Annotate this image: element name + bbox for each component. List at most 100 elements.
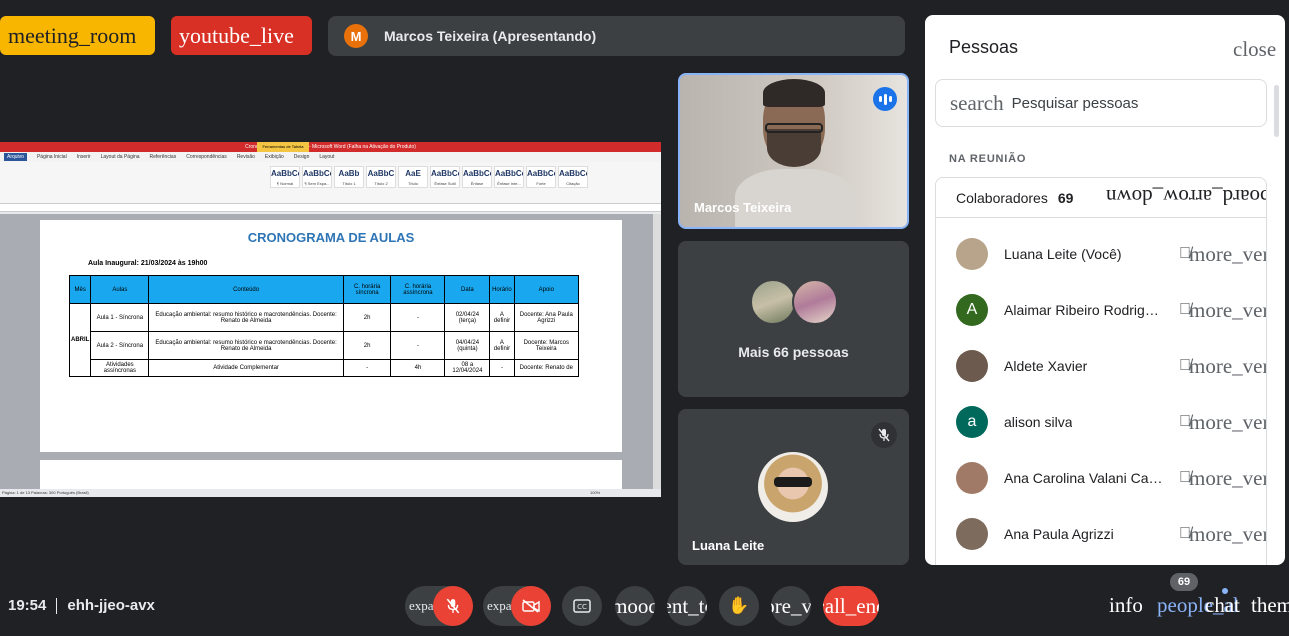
schedule-table: Mês Aulas Conteúdo C. horária síncrona C… bbox=[68, 275, 580, 377]
panel-title: Pessoas bbox=[949, 37, 1019, 57]
camera-button[interactable] bbox=[511, 586, 551, 626]
section-label: NA REUNIÃO bbox=[949, 153, 1027, 165]
avatar bbox=[792, 279, 838, 325]
youtube-live-tag: youtube_live bbox=[171, 16, 312, 55]
list-item[interactable]: a alison silva 🎙̸ more_vert bbox=[936, 394, 1266, 450]
mood-icon: mood bbox=[615, 593, 655, 618]
word-ribbon-tabs: Arquivo Página Inicial Inserir Layout da… bbox=[0, 152, 661, 162]
mic-off-icon bbox=[446, 598, 460, 614]
close-icon[interactable]: close bbox=[1233, 37, 1276, 62]
mic-button[interactable] bbox=[433, 586, 473, 626]
table-cell: - bbox=[489, 359, 515, 377]
participant-name: Alaimar Ribeiro Rodrigues bbox=[1004, 302, 1166, 318]
table-cell: Docente: Ana Paula Agrizzi bbox=[513, 303, 580, 332]
more-options-button[interactable]: more_vert bbox=[771, 586, 811, 626]
word-styles-gallery: AaBbCcDd¶ Normal AaBbCcDd¶ Sem Espa... A… bbox=[270, 166, 588, 188]
table-cell: Educação ambiental: resumo histórico e m… bbox=[148, 303, 344, 332]
reactions-button[interactable]: mood bbox=[615, 586, 655, 626]
word-tab: Layout da Página bbox=[100, 154, 140, 160]
panel-scrollbar[interactable] bbox=[1274, 85, 1279, 137]
participant-name: Ana Paula Agrizzi bbox=[1004, 526, 1114, 542]
more-vert-icon: more_vert bbox=[771, 593, 811, 618]
table-header: Data bbox=[444, 275, 491, 304]
meeting-code: ehh-jjeo-avx bbox=[67, 597, 155, 614]
meeting-room-tag: meeting_room bbox=[0, 16, 155, 55]
more-vert-icon[interactable]: more_vert bbox=[1189, 522, 1266, 547]
style-box: AaE Título bbox=[398, 166, 428, 188]
avatar bbox=[956, 518, 988, 550]
word-title-bar: Cronograma Curso 2024 (1) - Microsoft Wo… bbox=[0, 142, 661, 152]
list-item[interactable]: Aldete Xavier 🎙̸ more_vert bbox=[936, 338, 1266, 394]
word-tab: Revisão bbox=[236, 154, 255, 160]
table-tools-label: Ferramentas de Tabela bbox=[257, 142, 309, 152]
style-box: AaBbCcDdÊnfase Sutil bbox=[430, 166, 460, 188]
list-item[interactable]: Ana Carolina Valani Carraro 🎙̸ more_vert bbox=[936, 450, 1266, 506]
shared-screen[interactable]: Cronograma Curso 2024 (1) - Microsoft Wo… bbox=[0, 142, 661, 497]
avatar bbox=[956, 462, 988, 494]
table-cell: Educação ambiental: resumo histórico e m… bbox=[148, 331, 344, 360]
list-item[interactable]: Luana Leite (Você) 🎙̸ more_vert bbox=[936, 226, 1266, 282]
more-people-tile[interactable]: Mais 66 pessoas bbox=[678, 241, 909, 397]
table-cell: 02/04/24 (terça) bbox=[444, 303, 491, 332]
captions-button[interactable]: CC bbox=[562, 586, 602, 626]
speaker-tile[interactable]: Marcos Teixeira bbox=[678, 73, 909, 229]
participant-name: Aldete Xavier bbox=[1004, 358, 1088, 374]
participant-name: Ana Carolina Valani Carraro bbox=[1004, 470, 1166, 486]
word-tab: Exibição bbox=[264, 154, 284, 160]
word-tab: Correspondências bbox=[186, 154, 227, 160]
style-box: AaBbC Título 2 bbox=[366, 166, 396, 188]
list-item[interactable]: Ana Paula Agrizzi 🎙̸ more_vert bbox=[936, 506, 1266, 562]
list-item[interactable]: A Alaimar Ribeiro Rodrigues 🎙̸ more_vert bbox=[936, 282, 1266, 338]
word-status-text: Página: 1 de 13 Palavras: 300 Português … bbox=[2, 490, 89, 495]
search-field[interactable]: search bbox=[935, 79, 1267, 127]
table-cell: Docente: Marcos Teixeira bbox=[513, 331, 580, 360]
people-count-badge: 69 bbox=[1170, 573, 1198, 591]
style-box: AaBb Título 1 bbox=[334, 166, 364, 188]
avatar bbox=[956, 350, 988, 382]
meeting-info: 19:54 ehh-jjeo-avx bbox=[8, 597, 155, 615]
people-panel: Pessoas close search NA REUNIÃO Colabora… bbox=[925, 15, 1285, 565]
info-icon[interactable]: info bbox=[1109, 593, 1143, 618]
svg-text:CC: CC bbox=[577, 603, 587, 611]
self-name: Luana Leite bbox=[692, 538, 765, 553]
style-box: AaBbCcDdÊnfase bbox=[462, 166, 492, 188]
raise-hand-button[interactable]: ✋ bbox=[719, 586, 759, 626]
table-cell: Atividade Complementar bbox=[148, 359, 344, 377]
more-vert-icon[interactable]: more_vert bbox=[1189, 354, 1266, 379]
participant-name: alison silva bbox=[1004, 414, 1073, 430]
word-tab: Inserir bbox=[76, 154, 91, 160]
more-vert-icon[interactable]: more_vert bbox=[1189, 298, 1266, 323]
word-tab: Arquivo bbox=[4, 153, 27, 161]
chat-icon[interactable]: chat bbox=[1205, 593, 1253, 618]
collaborators-header[interactable]: Colaboradores 69 keyboard_arrow_down bbox=[936, 178, 1266, 218]
table-row: Aula 2 - Síncrona Educação ambiental: re… bbox=[70, 331, 580, 360]
self-tile[interactable]: Luana Leite bbox=[678, 409, 909, 565]
word-tab: Referências bbox=[149, 154, 177, 160]
table-row: Atividades assíncronas Atividade Complem… bbox=[70, 359, 580, 377]
style-box: AaBbCcDdÊnfase Inte... bbox=[494, 166, 524, 188]
word-tab: Layout bbox=[319, 154, 335, 160]
presenter-avatar: M bbox=[344, 24, 368, 48]
table-cell: Aula 1 - Síncrona bbox=[90, 303, 150, 332]
speaking-indicator-icon bbox=[873, 87, 897, 111]
style-box: AaBbCcDdCitação bbox=[558, 166, 588, 188]
hand-icon: ✋ bbox=[728, 596, 750, 616]
search-input[interactable] bbox=[1011, 94, 1232, 112]
leave-call-button[interactable]: call_end bbox=[823, 586, 879, 626]
more-vert-icon[interactable]: more_vert bbox=[1189, 466, 1266, 491]
more-people-label: Mais 66 pessoas bbox=[738, 344, 849, 360]
document-title: CRONOGRAMA DE AULAS bbox=[247, 230, 415, 245]
chevron-down-icon[interactable]: keyboard_arrow_down bbox=[1106, 184, 1266, 209]
table-cell: - bbox=[390, 303, 446, 332]
avatar bbox=[750, 279, 796, 325]
themes-icon[interactable]: themes bbox=[1251, 593, 1289, 618]
present-button[interactable]: present_to_all bbox=[667, 586, 707, 626]
style-box: AaBbCcDcForte bbox=[526, 166, 556, 188]
table-header: Apoio bbox=[513, 275, 580, 304]
word-ribbon: AaBbCcDd¶ Normal AaBbCcDd¶ Sem Espa... A… bbox=[0, 162, 661, 204]
style-box: AaBbCcDd¶ Normal bbox=[270, 166, 300, 188]
more-vert-icon[interactable]: more_vert bbox=[1189, 242, 1266, 267]
more-vert-icon[interactable]: more_vert bbox=[1189, 410, 1266, 435]
word-document-area: CRONOGRAMA DE AULAS Aula Inaugural: 21/0… bbox=[0, 214, 661, 497]
participant-name: Luana Leite (Você) bbox=[1004, 246, 1122, 262]
